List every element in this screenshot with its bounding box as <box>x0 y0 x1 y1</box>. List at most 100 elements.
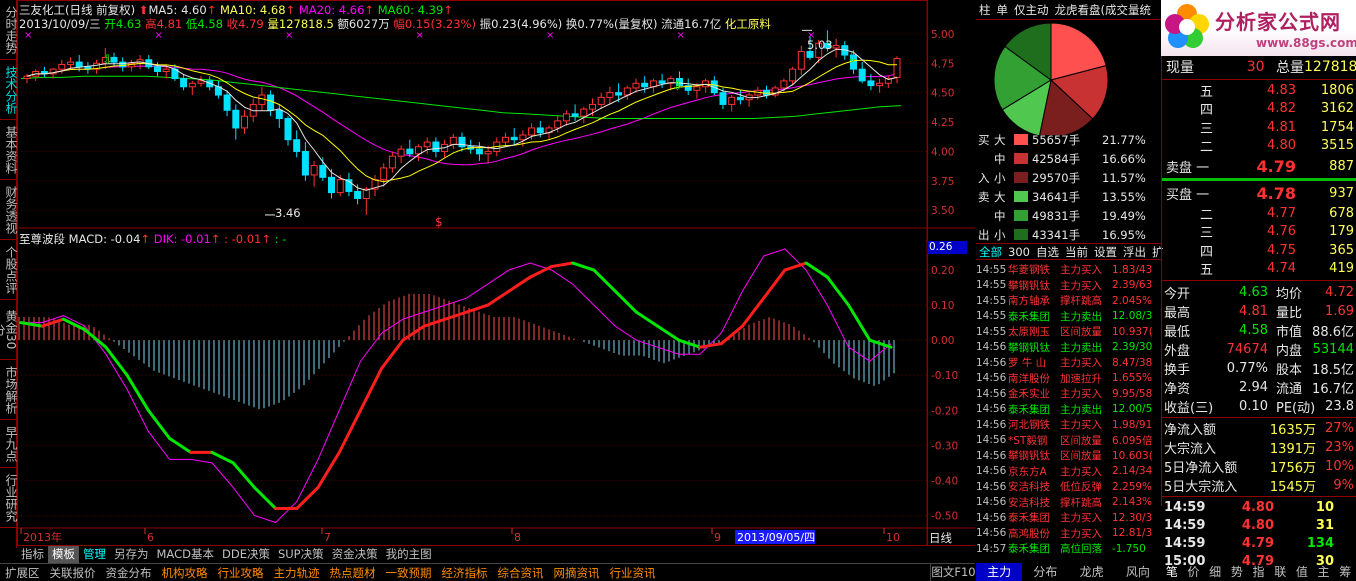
radar-trade-row[interactable]: 14:55 太原刚玉 区间放量 10.937( <box>976 324 1161 340</box>
flow-side: 出 <box>978 227 990 242</box>
bids-row[interactable]: 二 4.77 678 <box>1162 204 1356 223</box>
radar-trade-row[interactable]: 14:56 攀钢钒钛 区间放量 10.603( <box>976 448 1161 464</box>
right-bottom-tab-1[interactable]: 分布 <box>1022 563 1069 581</box>
radar-trade-row[interactable]: 14:55 南方轴承 撑杆跳高 2.045% <box>976 293 1161 309</box>
quote-mini-tab-8[interactable]: 筹 <box>1334 563 1356 581</box>
bottom-menu-item-1[interactable]: 关联报价 <box>45 565 101 581</box>
bids-row[interactable]: 买盘 一 4.78 937 <box>1162 182 1356 204</box>
tick-price: 4.80 <box>1241 517 1274 533</box>
radar-trade-row[interactable]: 14:56 金禾实业 主力买入 9.95/58 <box>976 386 1161 402</box>
chart-tab-0[interactable]: 指标 <box>17 546 48 563</box>
radar-trade-row[interactable]: 14:56 高鸿股份 主力买入 12.81/3 <box>976 526 1161 542</box>
bids-row[interactable]: 四 4.75 365 <box>1162 241 1356 260</box>
trade-type: 主力买入 <box>1060 264 1102 277</box>
chart-tab-2[interactable]: 管理 <box>79 546 110 563</box>
bottom-menu-item-4[interactable]: 行业攻略 <box>213 565 269 581</box>
chart-tab-4[interactable]: MACD基本 <box>153 546 218 563</box>
flow-volume: 42584手 <box>1032 151 1081 166</box>
radar-trade-row[interactable]: 14:56 安洁科技 低位反弹 2.259% <box>976 479 1161 495</box>
right-top-tab-1[interactable]: 单 <box>994 2 1012 18</box>
left-nav-item-3[interactable]: 财务透视 <box>0 180 18 240</box>
bottom-menu-item-5[interactable]: 主力轨迹 <box>269 565 325 581</box>
trade-time: 14:56 <box>976 496 1007 509</box>
bottom-menu-item-2[interactable]: 资金分布 <box>101 565 157 581</box>
right-bottom-tab-3[interactable]: 风向 <box>1114 563 1161 581</box>
radar-trade-row[interactable]: 14:56 南洋股份 加速拉升 1.655% <box>976 371 1161 387</box>
left-nav-item-0[interactable]: 分时走势 <box>0 0 18 60</box>
radar-trade-row[interactable]: 14:57 泰禾集团 高位回落 -1.750 <box>976 541 1161 557</box>
asks-row[interactable]: 四 4.82 3162 <box>1162 100 1356 118</box>
left-nav-item-5[interactable]: 黄金30分 <box>0 300 18 360</box>
bottom-menu-item-0[interactable]: 扩展区 <box>0 565 45 581</box>
radar-trade-row[interactable]: 14:56 河北钢铁 主力买入 1.98/91 <box>976 417 1161 433</box>
bottom-menu-item-11[interactable]: 行业资讯 <box>605 565 661 581</box>
asks-row[interactable]: 三 4.81 1754 <box>1162 118 1356 137</box>
chart-tab-5[interactable]: DDE决策 <box>218 546 274 563</box>
left-nav-item-2[interactable]: 基本资料 <box>0 120 18 180</box>
tick-price: 4.80 <box>1241 499 1274 515</box>
flow-size: 大 <box>994 132 1006 147</box>
flow-side: 卖 <box>978 189 990 204</box>
market-filter-2[interactable]: 自选 <box>1033 244 1062 260</box>
radar-trade-row[interactable]: 14:56 罗 牛 山主力买入 8.47/38 <box>976 355 1161 371</box>
left-nav-item-8[interactable]: 行业研究 <box>0 468 18 528</box>
right-bottom-tab-2[interactable]: 龙虎 <box>1068 563 1115 581</box>
quote-mini-tab-5[interactable]: 联 <box>1269 563 1291 581</box>
chart-tab-8[interactable]: 我的主图 <box>382 546 436 563</box>
candle <box>641 76 649 93</box>
capital-flow-row: 大宗流入 1391万 23% <box>1162 438 1356 457</box>
bottom-menu-item-3[interactable]: 机构攻略 <box>157 565 213 581</box>
right-top-tab-3[interactable]: 龙虎看盘(成交量统 <box>1052 2 1155 18</box>
quote-mini-tab-3[interactable]: 势 <box>1226 563 1248 581</box>
trade-stock: 安洁科技 <box>1008 481 1050 494</box>
trade-type: 主力买入 <box>1060 419 1102 432</box>
chart-tab-6[interactable]: SUP决策 <box>274 546 328 563</box>
radar-trade-row[interactable]: 14:56 京东方A 主力买入 2.14/34 <box>976 464 1161 480</box>
chart-tab-7[interactable]: 资金决策 <box>328 546 382 563</box>
market-filter-0[interactable]: 全部 <box>976 244 1005 260</box>
bottom-menu-item-7[interactable]: 一致预期 <box>381 565 437 581</box>
bids-row[interactable]: 三 4.76 179 <box>1162 223 1356 241</box>
quote-mini-tab-4[interactable]: 指 <box>1248 563 1270 581</box>
bottom-menu-item-9[interactable]: 综合资讯 <box>493 565 549 581</box>
chart-svg[interactable]: 5.00 4.75 4.50 4.25 4.00 3.75 3.50 0.20 0.10 0.00… <box>17 0 975 548</box>
asks-row[interactable]: 卖盘 一 4.79 887 <box>1162 155 1356 177</box>
bottom-menu-item-10[interactable]: 网摘资讯 <box>549 565 605 581</box>
radar-trade-row[interactable]: 14:56 泰禾集团 主力卖出 12.00/5 <box>976 402 1161 418</box>
bids-row[interactable]: 五 4.74 419 <box>1162 260 1356 278</box>
market-filter-4[interactable]: 设置 <box>1091 244 1120 260</box>
trade-type: 加速拉升 <box>1060 372 1102 385</box>
right-top-tab-0[interactable]: 柱 <box>976 2 994 18</box>
market-filter-5[interactable]: 浮出 <box>1120 244 1149 260</box>
radar-trade-row[interactable]: 14:55 华菱钢铁 主力买入 1.83/43 <box>976 262 1161 278</box>
asks-row[interactable]: 二 4.80 3515 <box>1162 137 1356 155</box>
radar-trade-row[interactable]: 14:56 安洁科技 撑杆跳高 2.143% <box>976 495 1161 511</box>
left-nav-item-6[interactable]: 市场解析 <box>0 360 18 420</box>
radar-trade-row[interactable]: 14:55 攀钢钒钛 主力买入 2.39/63 <box>976 278 1161 294</box>
radar-trade-row[interactable]: 14:56 泰禾集团 主力买入 12.30/3 <box>976 510 1161 526</box>
radar-trade-row[interactable]: 14:56 *ST毅钢 区间放量 6.095倍 <box>976 433 1161 449</box>
quote-mini-tab-1[interactable]: 价 <box>1183 563 1205 581</box>
left-nav-item-7[interactable]: 早九点 <box>0 420 18 468</box>
left-nav-item-1[interactable]: 技术分析 <box>0 60 18 120</box>
right-bottom-tab-0[interactable]: 主力 <box>976 563 1023 581</box>
bottom-menu-item-8[interactable]: 经济指标 <box>437 565 493 581</box>
chart-tab-1[interactable]: 模板 <box>48 546 79 563</box>
f10-status[interactable]: 图文F10 <box>930 563 976 581</box>
asks-row[interactable]: 五 4.83 1806 <box>1162 81 1356 100</box>
bottom-menu-item-6[interactable]: 热点题材 <box>325 565 381 581</box>
right-top-tab-2[interactable]: 仅主动 <box>1011 2 1052 18</box>
quote-mini-tab-2[interactable]: 细 <box>1204 563 1226 581</box>
quote-mini-tab-7[interactable]: 主 <box>1313 563 1335 581</box>
market-filter-1[interactable]: 300 <box>1005 245 1033 259</box>
market-filter-3[interactable]: 当前 <box>1062 244 1091 260</box>
radar-trade-row[interactable]: 14:56 攀钢钒钛 主力卖出 2.39/30 <box>976 340 1161 356</box>
kline-chart-area[interactable]: 5.00 4.75 4.50 4.25 4.00 3.75 3.50 0.20 0.10 0.00… <box>17 0 975 548</box>
quote-mini-tab-6[interactable]: 值 <box>1291 563 1313 581</box>
chart-tab-3[interactable]: 另存为 <box>110 546 153 563</box>
flow-label: 大宗流入 <box>1164 442 1217 457</box>
buy-signal-arrow-icon: ⇩ <box>102 53 113 68</box>
left-nav-item-4[interactable]: 个股点评 <box>0 240 18 300</box>
quote-mini-tab-0[interactable]: 笔 <box>1161 563 1183 581</box>
radar-trade-row[interactable]: 14:55 泰禾集团 主力卖出 12.08/3 <box>976 309 1161 325</box>
